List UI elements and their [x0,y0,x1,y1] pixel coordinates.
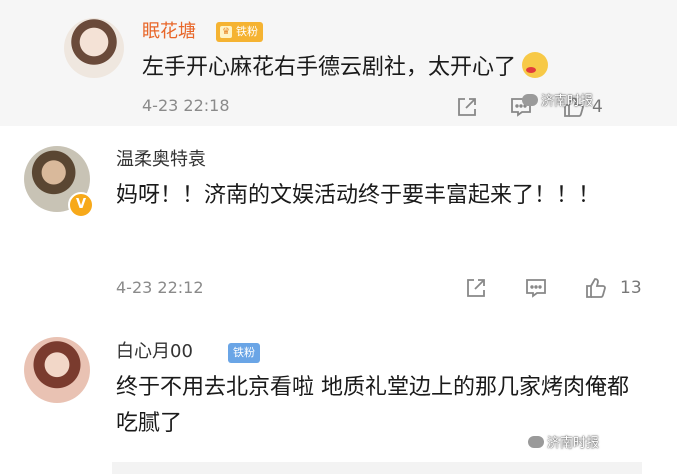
wechat-icon [528,436,544,448]
comment-time: 4-23 22:12 [116,278,204,297]
comment-item-2 [0,126,677,322]
fan-badge: ♛ 铁粉 [216,22,263,42]
next-comment-preview [112,462,642,474]
share-icon[interactable] [455,95,479,119]
avatar[interactable] [64,18,124,78]
wechat-icon [522,94,538,106]
watermark-label: 济南时报 [541,94,594,109]
comment-username[interactable]: 温柔奥特袁 [116,149,206,171]
comment-item-1: 眠花塘 ♛ 铁粉 左手开心麻花右手德云剧社，太开心了 4-23 22:18 4 济… [0,0,677,126]
blush-emoji-icon [522,52,549,78]
like-count: 13 [620,278,642,298]
share-icon[interactable] [464,276,488,300]
comment-time: 4-23 22:18 [142,96,230,115]
thumbs-up-icon[interactable] [584,276,608,300]
comment-text: 左手开心麻花右手德云剧社，太开心了 [142,50,549,86]
watermark: 济南时报 [522,90,593,109]
fan-badge-label: 铁粉 [236,25,258,38]
verified-badge: V [68,192,94,218]
crown-icon: ♛ [220,26,232,38]
comment-text: 妈呀！！济南的文娱活动终于要丰富起来了！！！ [116,183,601,208]
fan-badge: 铁粉 [228,343,260,363]
watermark-label: 济南时报 [547,436,600,451]
watermark: 济南时报 [528,432,599,451]
avatar[interactable] [24,337,90,403]
comment-text-body: 左手开心麻花右手德云剧社，太开心了 [142,55,517,80]
like-count: 4 [592,97,603,117]
comment-icon[interactable] [524,276,548,300]
comment-username[interactable]: 眠花塘 [142,21,196,43]
comment-username[interactable]: 白心月00 [116,341,193,363]
